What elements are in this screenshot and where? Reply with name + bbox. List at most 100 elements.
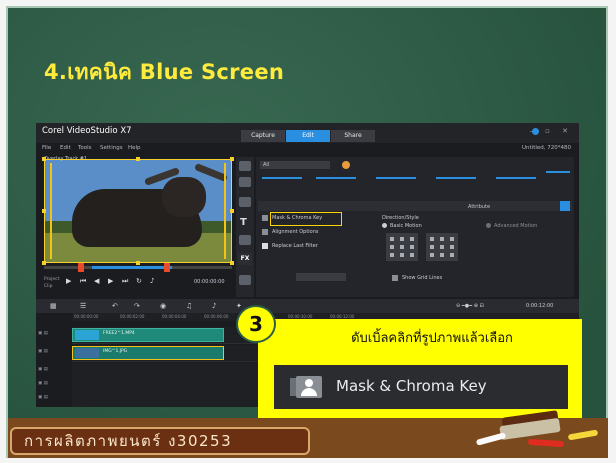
mark-out-handle[interactable] <box>164 263 170 272</box>
mask-chroma-key-icon <box>290 376 322 398</box>
path-icon[interactable] <box>239 275 251 285</box>
zoom-slider[interactable] <box>546 171 570 173</box>
thumbnail-strip <box>376 177 416 179</box>
mask-chroma-key-highlight <box>270 212 342 226</box>
tab-capture[interactable]: Capture <box>241 130 285 142</box>
menu-file[interactable]: File <box>42 145 51 151</box>
tab-attribute[interactable]: Attribute <box>468 204 490 210</box>
resize-handle[interactable] <box>230 209 234 213</box>
video-clip[interactable]: FREE2^1.MP4 <box>72 328 224 342</box>
direction-style-title: Direction/Style <box>382 215 419 221</box>
media-icon[interactable] <box>239 161 251 171</box>
basic-motion-radio[interactable] <box>382 223 387 228</box>
storyboard-view-icon[interactable]: ▦ <box>50 302 57 310</box>
volume-icon[interactable]: ♪ <box>150 277 154 285</box>
exit-direction-grid[interactable] <box>426 233 458 261</box>
menu-help[interactable]: Help <box>128 145 141 151</box>
instruction-callout: ดับเบิ้ลคลิกที่รูปภาพแล้วเลือก Mask & Ch… <box>258 319 582 423</box>
resize-handle[interactable] <box>42 261 46 265</box>
undo-icon[interactable]: ↶ <box>112 302 118 310</box>
music-track-label: ▣ ▤ <box>38 395 48 400</box>
enter-direction-grid[interactable] <box>386 233 418 261</box>
video-track-label: ▣ ▤ <box>38 331 48 336</box>
instruction-text: ดับเบิ้ลคลิกที่รูปภาพแล้วเลือก <box>351 331 513 346</box>
instant-project-icon[interactable] <box>239 177 251 187</box>
scrubber[interactable] <box>44 266 232 269</box>
zoomed-option: Mask & Chroma Key <box>274 365 568 409</box>
project-mode-label[interactable]: Project <box>44 277 59 282</box>
tab-share[interactable]: Share <box>331 130 375 142</box>
resize-handle[interactable] <box>42 157 46 161</box>
overlay-edge[interactable] <box>224 163 226 259</box>
mark-in-handle[interactable] <box>78 263 84 272</box>
play-icon[interactable]: ▶ <box>66 277 71 285</box>
advanced-motion-label: Advanced Motion <box>494 223 538 229</box>
alignment-icon <box>262 229 268 235</box>
home-icon[interactable]: ⏮ <box>80 277 86 286</box>
clip-thumbnail <box>75 330 99 340</box>
timeline-view-icon[interactable]: ☰ <box>80 302 86 310</box>
resize-handle[interactable] <box>136 261 140 265</box>
mask-chroma-key-icon <box>262 215 268 221</box>
next-frame-icon[interactable]: ▶ <box>108 277 113 285</box>
ruler-mark: 00:00:06:00 <box>204 314 229 319</box>
thumbnail-strip <box>316 177 356 179</box>
resize-handle[interactable] <box>230 261 234 265</box>
advanced-motion-radio[interactable] <box>486 223 491 228</box>
thumbnail-strip <box>436 177 476 179</box>
project-info: Untitled, 720*480 <box>522 145 571 151</box>
timecode[interactable]: 00:00:00:00 <box>194 279 225 285</box>
step-number-badge: 3 <box>236 305 276 343</box>
clip-mode-label[interactable]: Clip <box>44 284 53 289</box>
options-panel: All Attribute Mask & Chroma Key Alignmen… <box>256 157 574 297</box>
zoom-controls[interactable]: ⊖ ━●━ ⊕ ⊟ <box>456 303 484 309</box>
transition-icon[interactable] <box>239 197 251 207</box>
replace-filter-checkbox[interactable] <box>262 243 268 249</box>
grid-lines-icon <box>392 275 398 281</box>
app-title: Corel VideoStudio X7 <box>42 126 132 136</box>
repeat-icon[interactable]: ↻ <box>136 277 142 285</box>
project-duration: 0:00:12:00 <box>526 303 554 309</box>
resize-handle[interactable] <box>42 209 46 213</box>
motion-tracking-icon[interactable]: ✦ <box>236 302 242 310</box>
auto-music-icon[interactable]: ♪ <box>212 302 216 310</box>
title-track-label: ▣ ▤ <box>38 367 48 372</box>
menu-settings[interactable]: Settings <box>100 145 123 151</box>
confirm-icon[interactable] <box>560 201 570 211</box>
clip-name: FREE2^1.MP4 <box>103 331 135 336</box>
library-dropdown[interactable]: All <box>260 161 330 169</box>
previous-frame-icon[interactable]: ◀ <box>94 277 99 285</box>
ruler-mark: 00:00:02:00 <box>120 314 145 319</box>
course-footer: การผลิตภาพยนตร์ ง30253 <box>10 427 310 455</box>
window-controls[interactable]: – ▫ ✕ <box>529 127 573 135</box>
ruler-mark: 00:00:00:00 <box>74 314 99 319</box>
record-capture-icon[interactable]: ◉ <box>160 302 166 310</box>
clip-name: IMG^1.JPG <box>103 349 128 354</box>
sound-mixer-icon[interactable]: ♫ <box>186 302 192 310</box>
browse-icon[interactable] <box>342 161 350 169</box>
clip-thumbnail <box>75 348 99 358</box>
title-icon[interactable]: T <box>240 217 247 228</box>
show-grid-lines-option[interactable]: Show Grid Lines <box>402 275 442 281</box>
alignment-options[interactable]: Alignment Options <box>272 229 319 235</box>
scrubber-range <box>92 266 172 269</box>
overlay-clip[interactable]: IMG^1.JPG <box>72 346 224 360</box>
slide-title: 4.เทคนิค Blue Screen <box>44 60 285 84</box>
overlay-edge[interactable] <box>50 163 52 259</box>
tab-edit[interactable]: Edit <box>286 130 330 142</box>
ruler-mark: 00:00:04:00 <box>162 314 187 319</box>
timeline-toolbar: ▦ ☰ ↶ ↷ ◉ ♫ ♪ ✦ <box>36 299 579 313</box>
filter-dropdown[interactable] <box>296 273 346 281</box>
menu-edit[interactable]: Edit <box>60 145 71 151</box>
redo-icon[interactable]: ↷ <box>134 302 140 310</box>
filter-fx-icon[interactable]: FX <box>238 253 252 265</box>
overlay-selection[interactable] <box>44 159 232 263</box>
playback-controls: Project Clip ▶ ⏮ ◀ ▶ ⏭ ↻ ♪ 00:00:00:00 <box>44 275 232 291</box>
resize-handle[interactable] <box>136 157 140 161</box>
app-titlebar: Corel VideoStudio X7 Capture Edit Share … <box>36 123 579 143</box>
resize-handle[interactable] <box>230 157 234 161</box>
graphic-icon[interactable] <box>239 235 251 245</box>
attribute-tab-bar <box>258 201 572 211</box>
menu-tools[interactable]: Tools <box>78 145 92 151</box>
end-icon[interactable]: ⏭ <box>122 277 128 286</box>
